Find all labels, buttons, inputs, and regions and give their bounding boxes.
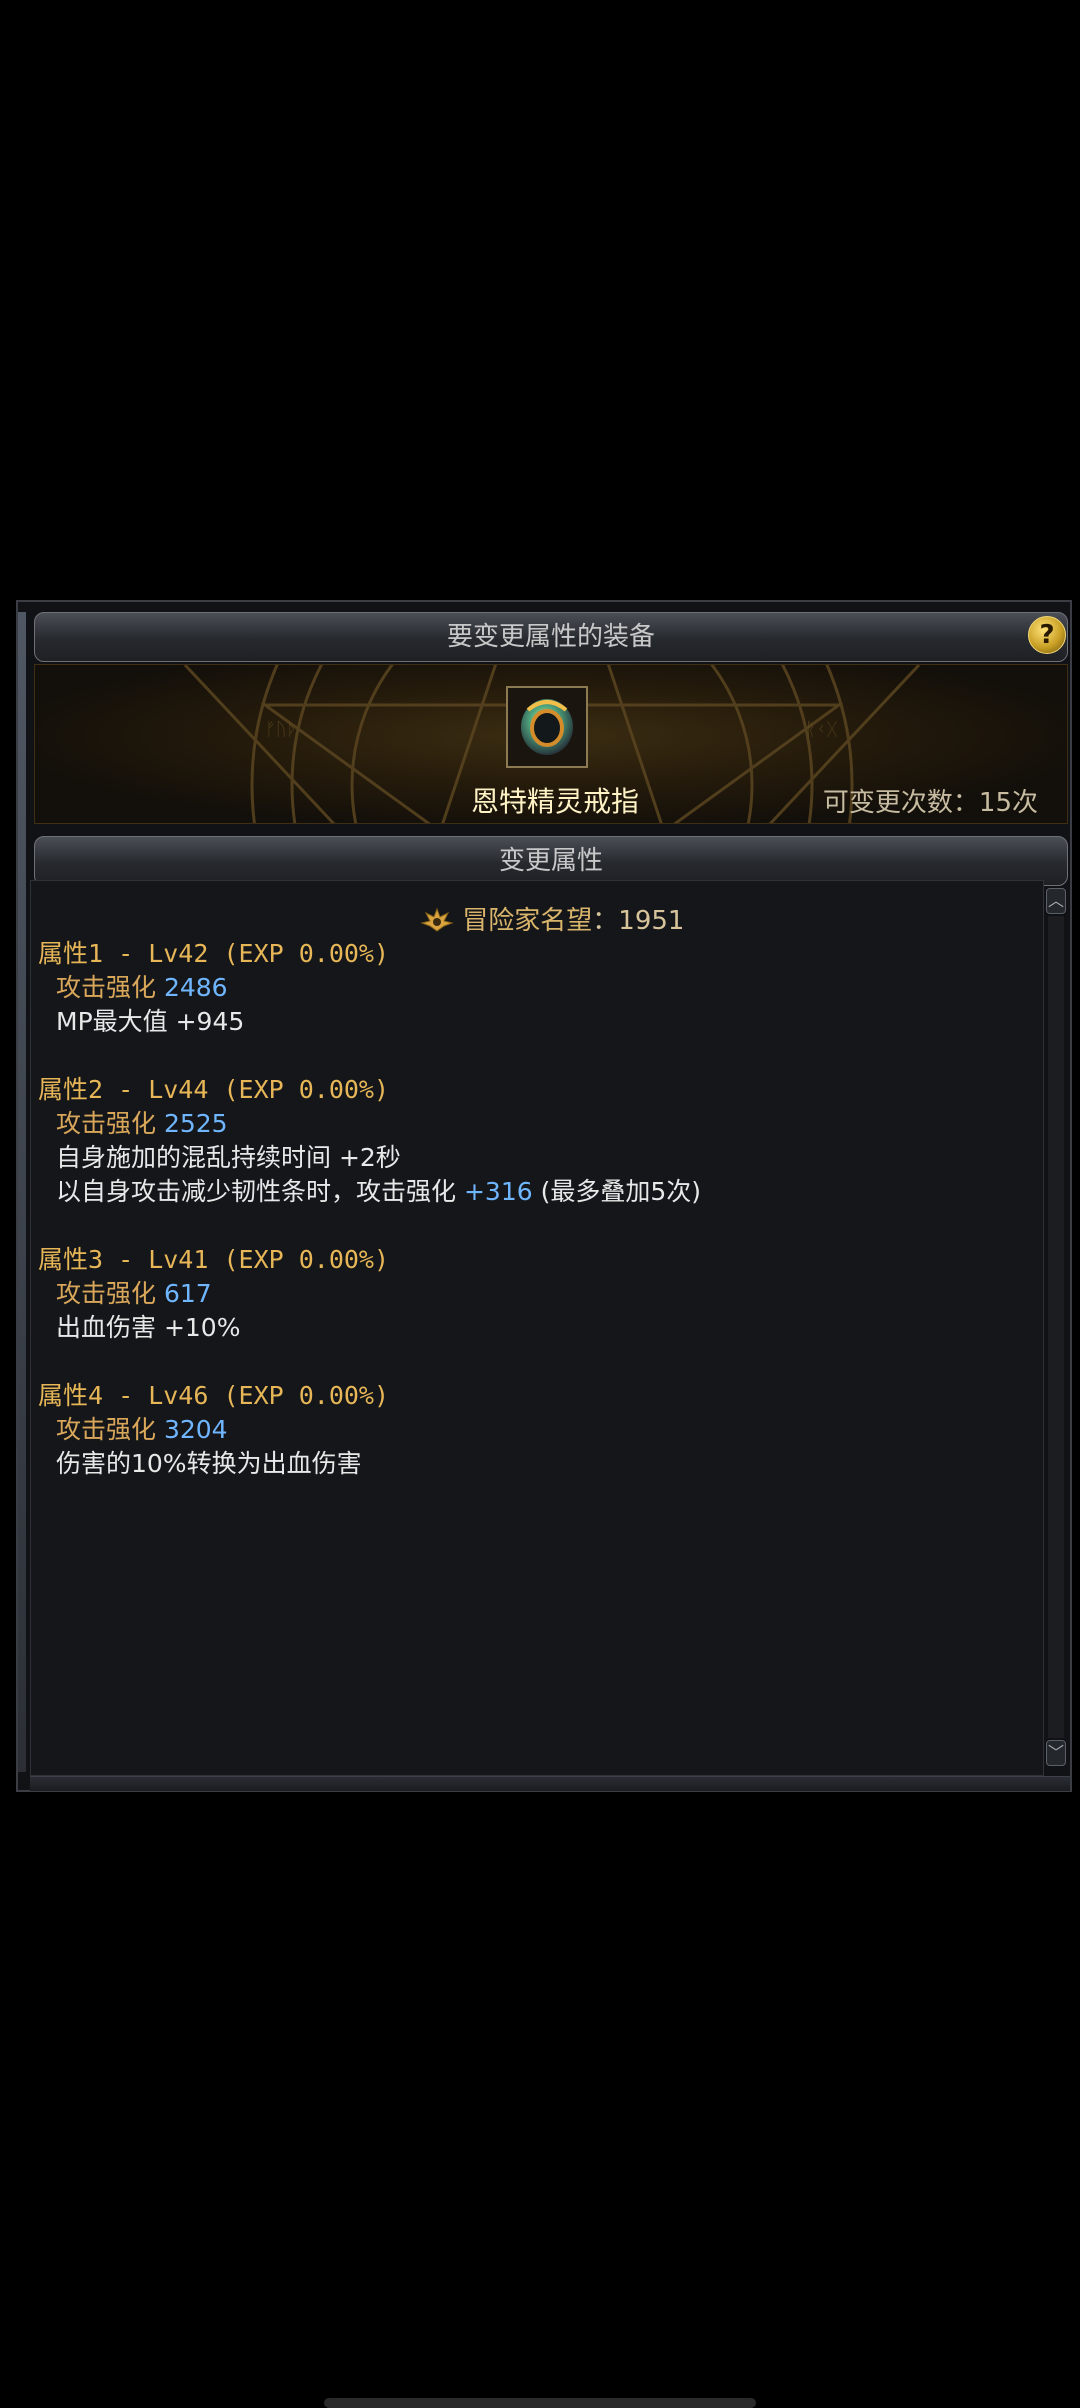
attribute-1-line-1-value: 2486 [163, 973, 228, 1002]
item-name: 恩特精灵戒指 [470, 785, 639, 818]
panel-frame-accent [18, 612, 26, 1772]
attribute-2-line-1-value: 2525 [163, 1109, 228, 1138]
attributes-section-header: 变更属性 [34, 836, 1068, 886]
attribute-4-line-2: 伤害的10%转换为出血伤害 [56, 1449, 362, 1478]
attribute-3-line-1-value: 617 [163, 1279, 212, 1308]
svg-text:ᚱᚲᚷ: ᚱᚲᚷ [805, 719, 838, 740]
home-indicator[interactable] [324, 2398, 756, 2408]
attribute-1-line-1-label: 攻击强化 [56, 973, 157, 1002]
attribute-4-line-1-value: 3204 [163, 1415, 228, 1444]
equipment-section-header: 要变更属性的装备 [34, 612, 1068, 662]
attribute-1-line-1: 攻击强化 2486 [56, 968, 228, 1004]
attribute-2-line-3-value: +316 [463, 1177, 533, 1206]
attribute-4-line-1-label: 攻击强化 [56, 1415, 157, 1444]
reputation-row: 冒险家名望：1951 [420, 900, 684, 937]
attribute-2-line-3-label: 以自身攻击减少韧性条时，攻击强化 [56, 1177, 457, 1206]
reputation-separator: ： [592, 906, 619, 936]
attribute-4-title: 属性4 - Lv46 (EXP 0.00%) [38, 1381, 390, 1410]
attribute-3-line-1: 攻击强化 617 [56, 1274, 212, 1310]
scrollbar-track[interactable] [1048, 916, 1064, 1738]
attribute-2-title: 属性2 - Lv44 (EXP 0.00%) [38, 1075, 390, 1104]
attribute-3-line-2: 出血伤害 +10% [56, 1313, 241, 1342]
scroll-up-arrow-icon[interactable]: ︿ [1046, 888, 1066, 914]
reputation-label: 冒险家名望 [462, 906, 593, 936]
attribute-1-title: 属性1 - Lv42 (EXP 0.00%) [38, 939, 390, 968]
attribute-3-title: 属性3 - Lv41 (EXP 0.00%) [38, 1245, 390, 1274]
help-button[interactable]: ? [1028, 616, 1066, 654]
svg-text:ᚠᚢᚦ: ᚠᚢᚦ [265, 719, 297, 740]
ring-icon[interactable] [506, 686, 588, 768]
attribute-2-line-2: 自身施加的混乱持续时间 +2秒 [56, 1143, 401, 1172]
attribute-4-line-1: 攻击强化 3204 [56, 1410, 228, 1446]
attribute-2-line-1-label: 攻击强化 [56, 1109, 157, 1138]
attribute-3-line-1-label: 攻击强化 [56, 1279, 157, 1308]
attribute-1-line-2: MP最大值 +945 [56, 1007, 245, 1036]
equipment-section-title: 要变更属性的装备 [446, 622, 655, 652]
change-count-label: 可变更次数：15次 [822, 788, 1038, 818]
attribute-2-line-3: 以自身攻击减少韧性条时，攻击强化 +316 (最多叠加5次) [56, 1172, 701, 1208]
panel-bottom-bar [30, 1776, 1070, 1791]
scroll-down-arrow-icon[interactable]: ﹀ [1046, 1740, 1066, 1766]
attribute-2-line-1: 攻击强化 2525 [56, 1104, 228, 1140]
reputation-emblem-icon [420, 906, 462, 936]
reputation-value: 1951 [618, 906, 685, 936]
attributes-section-title: 变更属性 [498, 846, 603, 876]
attribute-2-line-3-suffix: (最多叠加5次) [540, 1177, 702, 1206]
